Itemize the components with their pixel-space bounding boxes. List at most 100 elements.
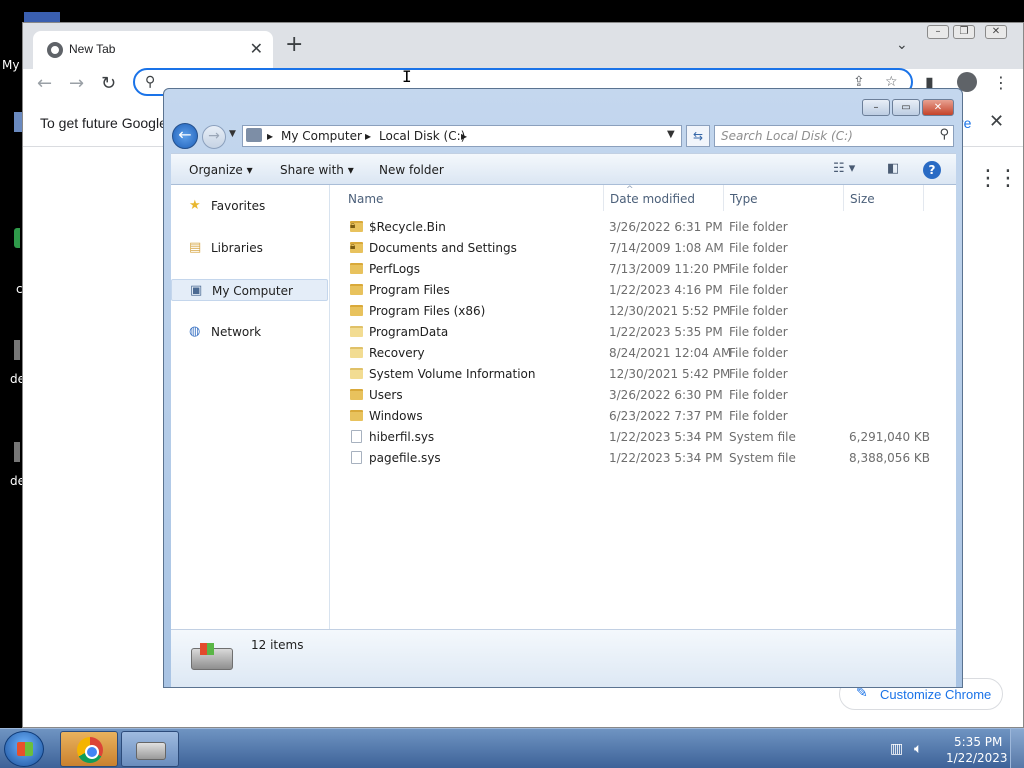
tab-close-icon[interactable]: ✕	[250, 39, 263, 58]
folder-icon	[350, 410, 363, 421]
new-tab-button[interactable]: +	[285, 34, 303, 56]
breadcrumb-my-computer[interactable]: My Computer	[281, 129, 362, 143]
preview-pane-icon[interactable]: ◧	[887, 161, 899, 176]
nav-item-network[interactable]: ◍ Network	[171, 321, 328, 343]
apps-grid-icon[interactable]: ⋮⋮⋮	[977, 166, 1024, 191]
reload-icon[interactable]: ↻	[101, 73, 116, 94]
close-button[interactable]: ✕	[985, 25, 1007, 39]
search-input[interactable]: Search Local Disk (C:) ⚲	[714, 125, 954, 147]
menu-kebab-icon[interactable]: ⋮	[993, 73, 1009, 92]
column-header-date-modified[interactable]: Date modified	[604, 185, 724, 211]
new-folder-button[interactable]: New folder	[379, 163, 444, 177]
search-icon[interactable]: ⚲	[939, 127, 949, 142]
file-name: $Recycle.Bin	[369, 220, 446, 234]
desktop-icon[interactable]	[24, 12, 60, 22]
explorer-maximize-button[interactable]: ▭	[892, 99, 920, 116]
file-name: System Volume Information	[369, 367, 536, 381]
desktop-icon[interactable]	[14, 442, 20, 462]
nav-item-favorites[interactable]: ★ Favorites	[171, 195, 328, 217]
system-file-icon	[351, 451, 362, 464]
view-options-icon[interactable]: ☷ ▾	[833, 161, 855, 176]
file-row[interactable]: Users 3/26/2022 6:30 PM File folder	[330, 385, 956, 406]
address-chevron-down-icon[interactable]: ▼	[667, 129, 675, 140]
clock-date[interactable]: 1/22/2023	[946, 751, 1008, 765]
history-chevron-down-icon[interactable]: ▼	[229, 129, 236, 139]
chrome-tab-strip: New Tab ✕ + ⌄ – ❐ ✕	[23, 23, 1023, 69]
file-date-modified: 8/24/2021 12:04 AM	[609, 346, 732, 360]
nav-item-my-computer[interactable]: ▣ My Computer	[171, 279, 328, 301]
info-bar-close-icon[interactable]: ✕	[989, 111, 1004, 132]
desktop-icon[interactable]	[14, 112, 22, 132]
search-placeholder: Search Local Disk (C:)	[721, 129, 853, 143]
back-arrow-icon[interactable]: ←	[37, 73, 52, 94]
forward-arrow-icon[interactable]: →	[69, 73, 84, 94]
file-row[interactable]: PerfLogs 7/13/2009 11:20 PM File folder	[330, 259, 956, 280]
file-row[interactable]: Program Files 1/22/2023 4:16 PM File folde…	[330, 280, 956, 301]
column-header-name[interactable]: Name	[342, 185, 604, 211]
organize-button[interactable]: Organize ▾	[189, 163, 253, 177]
file-row[interactable]: hiberfil.sys 1/22/2023 5:34 PM System file…	[330, 427, 956, 448]
file-name: Recovery	[369, 346, 425, 360]
breadcrumb-separator-icon[interactable]: ▸	[267, 129, 273, 143]
column-header-size[interactable]: Size	[844, 185, 924, 211]
explorer-window: – ▭ ✕ ← → ▼ ▸ My Computer ▸ Local Disk (…	[163, 88, 963, 688]
file-row[interactable]: Windows 6/23/2022 7:37 PM File folder	[330, 406, 956, 427]
explorer-close-button[interactable]: ✕	[922, 99, 954, 116]
explorer-minimize-button[interactable]: –	[862, 99, 890, 116]
organize-label: Organize	[189, 163, 243, 177]
file-date-modified: 1/22/2023 4:16 PM	[609, 283, 723, 297]
tab-search-chevron-icon[interactable]: ⌄	[896, 37, 908, 53]
file-row[interactable]: System Volume Information 12/30/2021 5:42…	[330, 364, 956, 385]
maximize-button[interactable]: ❐	[953, 25, 975, 39]
item-count: 12 items	[251, 638, 304, 652]
network-tray-icon[interactable]: ▥	[890, 741, 903, 757]
file-type: File folder	[729, 409, 788, 423]
taskbar-explorer-button[interactable]	[121, 731, 179, 767]
nav-label: Favorites	[211, 199, 266, 213]
file-name: hiberfil.sys	[369, 430, 435, 444]
column-header-type[interactable]: Type	[724, 185, 844, 211]
file-name: pagefile.sys	[369, 451, 441, 465]
folder-icon	[350, 326, 363, 337]
breadcrumb-separator-icon[interactable]: ▸	[365, 129, 371, 143]
file-date-modified: 1/22/2023 5:35 PM	[609, 325, 723, 339]
file-row[interactable]: Recovery 8/24/2021 12:04 AM File folder	[330, 343, 956, 364]
clock-time[interactable]: 5:35 PM	[954, 735, 1002, 749]
file-type: File folder	[729, 283, 788, 297]
windows-flag-icon	[200, 643, 214, 655]
file-row[interactable]: ProgramData 1/22/2023 5:35 PM File folder	[330, 322, 956, 343]
lock-icon: 🔒︎	[350, 220, 356, 231]
file-name: Program Files (x86)	[369, 304, 486, 318]
forward-arrow-icon[interactable]: →	[202, 125, 226, 149]
show-desktop-button[interactable]	[1010, 729, 1024, 768]
nav-label: Libraries	[211, 241, 263, 255]
star-icon: ★	[189, 198, 201, 213]
file-row[interactable]: 🔒︎ $Recycle.Bin 3/26/2022 6:31 PM File fold…	[330, 217, 956, 238]
address-bar[interactable]: ▸ My Computer ▸ Local Disk (C:) ▸ ▼	[242, 125, 682, 147]
tab-title: New Tab	[69, 42, 116, 56]
chrome-logo-icon	[77, 737, 103, 763]
file-row[interactable]: Program Files (x86) 12/30/2021 5:52 PM Fil…	[330, 301, 956, 322]
file-type: File folder	[729, 220, 788, 234]
file-row[interactable]: pagefile.sys 1/22/2023 5:34 PM System file…	[330, 448, 956, 469]
volume-icon[interactable]: 🔈︎	[914, 741, 922, 757]
desktop-label: My	[2, 58, 20, 72]
nav-item-libraries[interactable]: ▤ Libraries	[171, 237, 328, 259]
back-arrow-icon[interactable]: ←	[172, 123, 198, 149]
desktop-icon[interactable]	[14, 228, 20, 248]
system-file-icon	[351, 430, 362, 443]
help-icon[interactable]: ?	[923, 161, 941, 179]
file-name: Documents and Settings	[369, 241, 517, 255]
breadcrumb-local-disk[interactable]: Local Disk (C:)	[379, 129, 465, 143]
file-row[interactable]: 🔒︎ Documents and Settings 7/14/2009 1:08 A…	[330, 238, 956, 259]
desktop-icon[interactable]	[14, 340, 20, 360]
minimize-button[interactable]: –	[927, 25, 949, 39]
refresh-icon[interactable]: ⇆	[686, 125, 710, 147]
start-button[interactable]	[4, 731, 44, 767]
chrome-tab-new-tab[interactable]: New Tab ✕	[33, 31, 273, 69]
breadcrumb-separator-icon[interactable]: ▸	[461, 129, 467, 143]
file-date-modified: 7/13/2009 11:20 PM	[609, 262, 731, 276]
share-with-button[interactable]: Share with ▾	[280, 163, 354, 177]
taskbar-chrome-button[interactable]	[60, 731, 118, 767]
file-date-modified: 1/22/2023 5:34 PM	[609, 451, 723, 465]
